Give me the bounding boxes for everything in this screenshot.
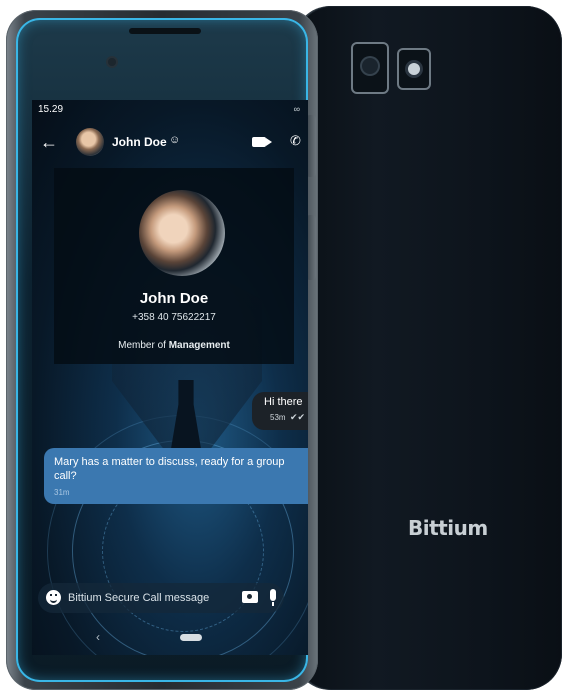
video-call-icon[interactable] (252, 137, 272, 147)
contact-avatar[interactable] (139, 190, 225, 276)
message-time: 31m (54, 488, 70, 497)
header-contact-name[interactable]: John Doe (112, 135, 167, 149)
status-time: 15.29 (38, 104, 64, 115)
member-prefix: Member of (118, 340, 166, 351)
contact-name: John Doe (139, 290, 209, 307)
status-bar: 15.29 ∞ (32, 100, 308, 120)
microphone-icon[interactable] (270, 589, 276, 606)
contact-phone: +358 40 75622217 (132, 312, 216, 323)
phone-back: Bittium (296, 6, 562, 690)
avatar[interactable] (76, 128, 104, 156)
chat-header: ← John Doe ☺ ✆ (32, 120, 308, 166)
app-screen: 15.29 ∞ ← John Doe ☺ ✆ John Doe +358 40 … (32, 100, 308, 655)
outgoing-message[interactable]: Hi there 53m ✔✔ (252, 392, 308, 430)
camera-icon[interactable] (242, 591, 258, 603)
message-text: Hi there (264, 396, 303, 408)
rear-camera-lens-icon (353, 44, 387, 92)
message-composer (38, 583, 284, 613)
message-input[interactable] (68, 590, 238, 606)
rear-flash-icon (399, 50, 429, 88)
brand-logo: Bittium (408, 516, 488, 540)
back-arrow-icon[interactable]: ← (40, 130, 62, 154)
contact-card: John Doe +358 40 75622217 Member of Mana… (54, 168, 294, 364)
earpiece (129, 28, 201, 34)
link-icon: ∞ (293, 104, 300, 114)
phone-front: 15.29 ∞ ← John Doe ☺ ✆ John Doe +358 40 … (6, 10, 318, 690)
member-group: Management (168, 340, 230, 351)
read-receipt-icon: ✔✔ (290, 412, 306, 422)
verified-icon: ☺ (169, 134, 181, 146)
rear-camera-module (353, 44, 431, 94)
emoji-icon[interactable] (46, 590, 61, 605)
nav-home-button[interactable] (180, 634, 202, 641)
phone-call-icon[interactable]: ✆ (290, 133, 301, 149)
nav-back-icon[interactable]: ‹ (96, 630, 100, 644)
message-text: Mary has a matter to discuss, ready for … (54, 456, 285, 482)
message-time: 53m (270, 413, 286, 422)
contact-membership: Member of Management (54, 340, 294, 351)
incoming-message[interactable]: Mary has a matter to discuss, ready for … (44, 448, 308, 504)
front-camera-icon (108, 58, 116, 66)
